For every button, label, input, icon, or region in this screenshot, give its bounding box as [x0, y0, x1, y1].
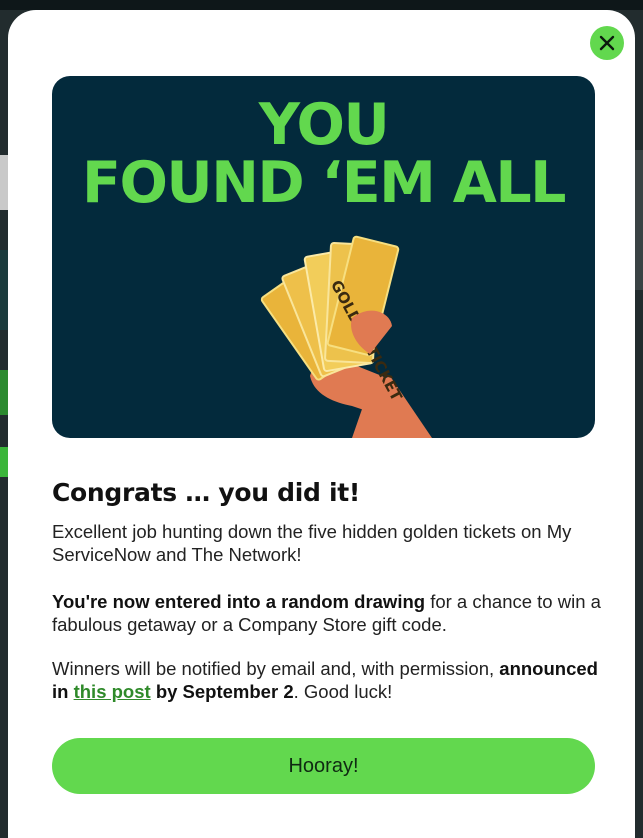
hero-banner: YOU FOUND ‘EM ALL GOLDEN TICKET — [52, 76, 595, 438]
winners-paragraph: Winners will be notified by email and, w… — [52, 657, 612, 703]
hooray-button[interactable]: Hooray! — [52, 738, 595, 794]
drawing-paragraph: You're now entered into a random drawing… — [52, 590, 612, 636]
congrats-modal: YOU FOUND ‘EM ALL GOLDEN TICKET Congrats… — [8, 10, 635, 838]
close-button[interactable] — [590, 26, 624, 60]
winners-text: Winners will be notified by email and, w… — [52, 658, 500, 679]
background-topbar — [0, 0, 643, 10]
congrats-heading: Congrats … you did it! — [52, 478, 361, 507]
golden-tickets-illustration: GOLDEN TICKET — [260, 235, 432, 438]
drawing-bold-text: You're now entered into a random drawing — [52, 591, 426, 612]
deadline-bold-text: by September 2 — [150, 681, 294, 702]
good-luck-text: . Good luck! — [293, 681, 393, 702]
this-post-link[interactable]: this post — [74, 681, 151, 702]
close-icon — [599, 35, 615, 51]
description-paragraph: Excellent job hunting down the five hidd… — [52, 521, 572, 565]
